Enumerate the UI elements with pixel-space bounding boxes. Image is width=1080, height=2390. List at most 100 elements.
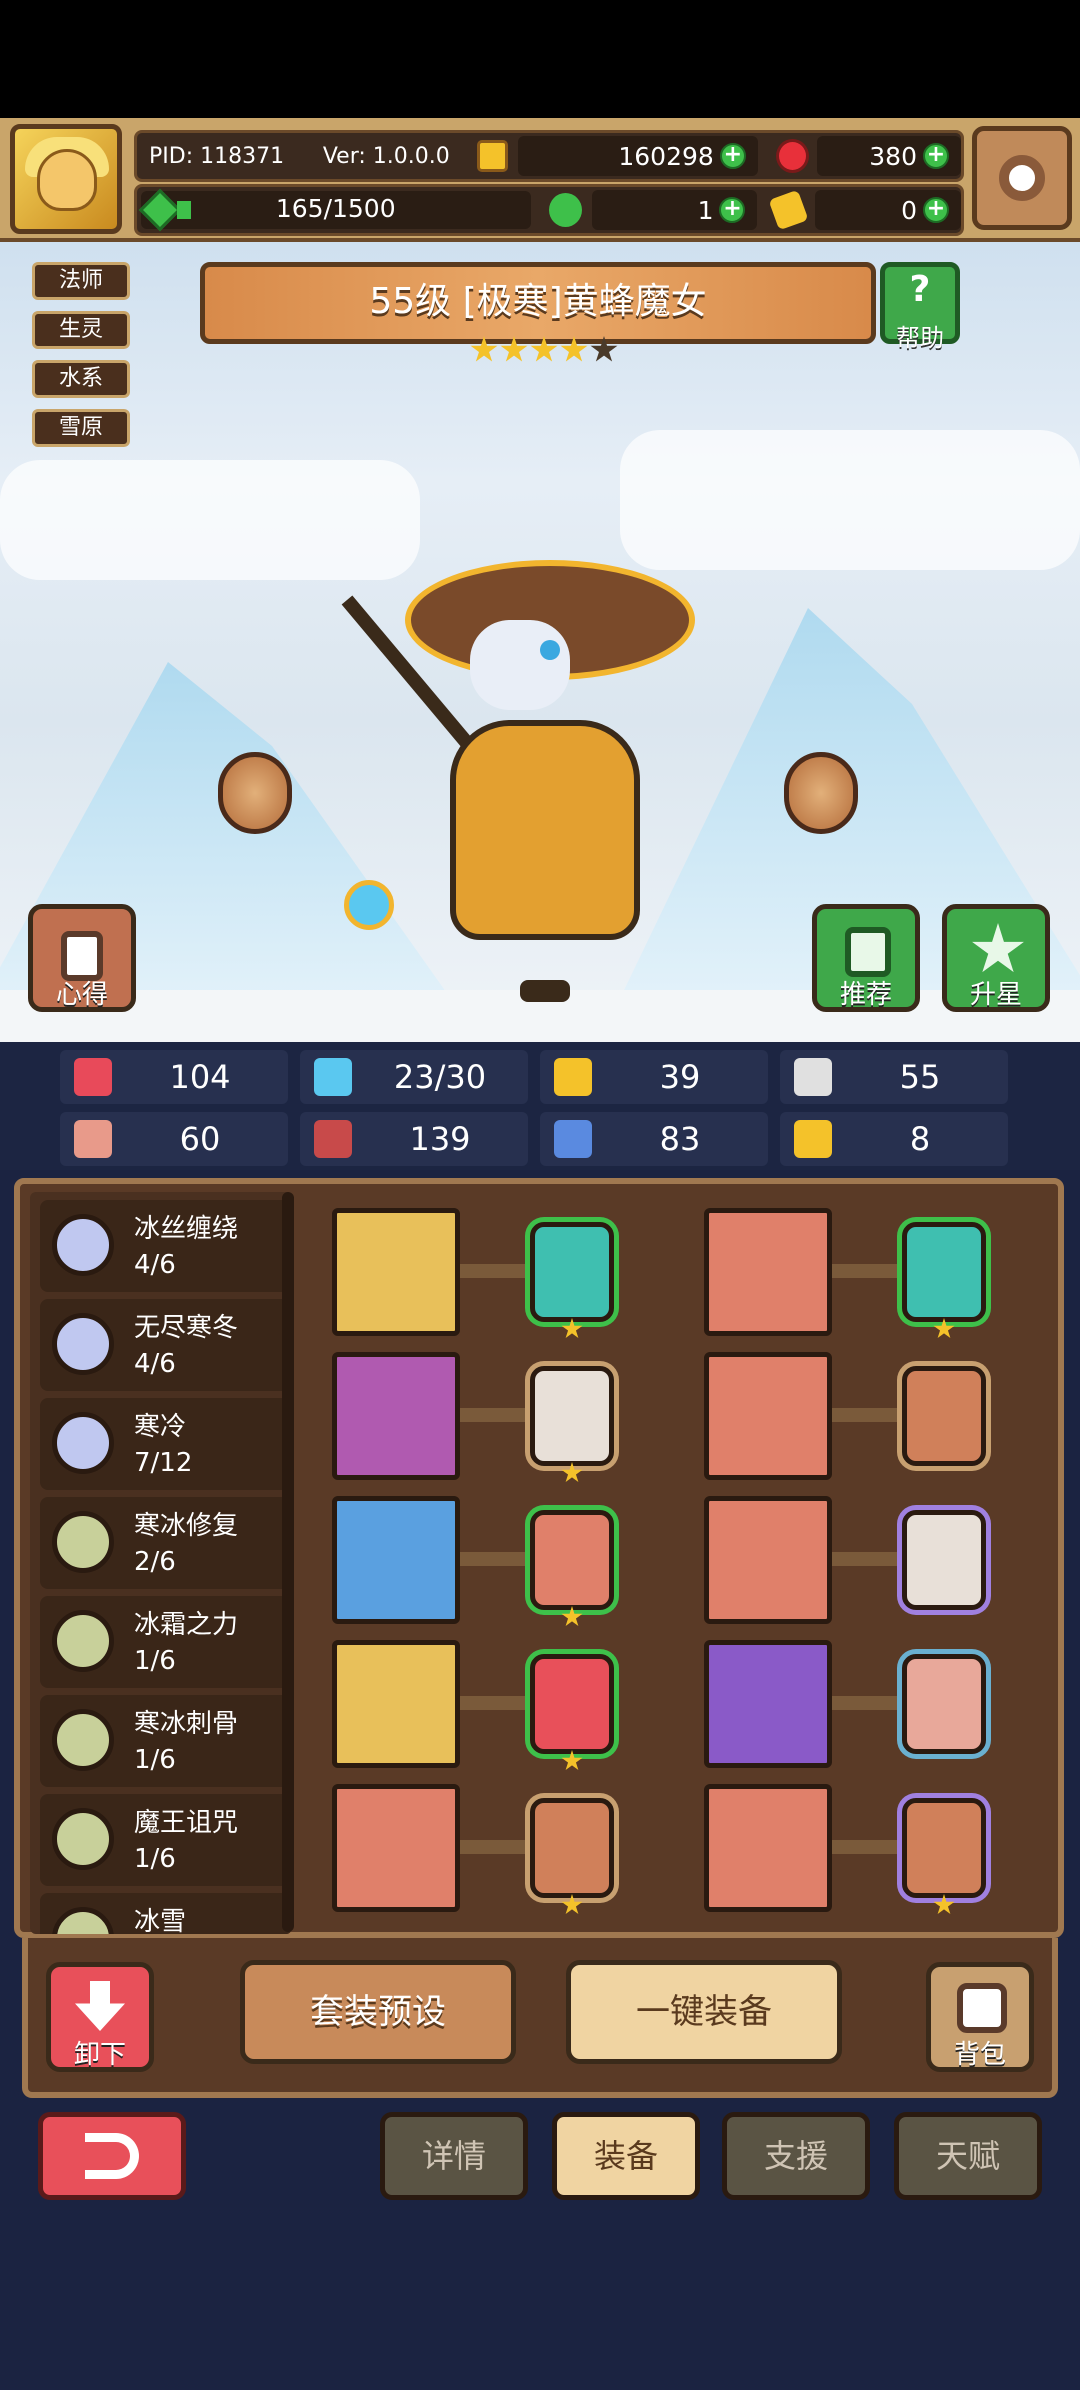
player-avatar[interactable] — [10, 124, 122, 234]
equipment-slot[interactable] — [332, 1496, 460, 1624]
stat-shield: 39 — [540, 1050, 768, 1104]
set-bonus-item[interactable]: 冰丝缠绕 4/6 — [40, 1200, 290, 1292]
set-bonus-item[interactable]: 寒冷 7/12 — [40, 1398, 290, 1490]
equipment-slot[interactable] — [332, 1208, 460, 1336]
set-bonus-progress: 4/6 — [134, 1349, 176, 1379]
add-gold-button[interactable]: + — [719, 143, 746, 169]
hero-star-icon — [470, 336, 498, 362]
slot-connector — [460, 1264, 532, 1278]
gem-socket[interactable] — [902, 1654, 986, 1754]
gem-socket[interactable] — [902, 1798, 986, 1898]
gem-socket[interactable] — [530, 1798, 614, 1898]
tab-2[interactable]: 支援 — [722, 2112, 870, 2200]
right-rotate-coin-icon[interactable] — [784, 752, 858, 834]
tab-3[interactable]: 天赋 — [894, 2112, 1042, 2200]
gem-socket[interactable] — [902, 1366, 986, 1466]
gem-socket[interactable] — [530, 1654, 614, 1754]
gem-socket[interactable] — [902, 1222, 986, 1322]
equipment-slot[interactable] — [332, 1352, 460, 1480]
back-arrow-icon — [85, 2133, 139, 2179]
settings-button[interactable] — [972, 126, 1072, 230]
add-clover-button[interactable]: + — [719, 197, 746, 223]
class-tag[interactable]: 法师 — [32, 262, 130, 300]
slot-connector — [460, 1840, 532, 1854]
left-rotate-coin-icon[interactable] — [218, 752, 292, 834]
region-tag[interactable]: 雪原 — [32, 409, 130, 447]
auto-equip-button[interactable]: 一键装备 — [566, 1960, 842, 2064]
unequip-button[interactable]: 卸下 — [46, 1962, 154, 2072]
set-bonus-list[interactable]: 冰丝缠绕 4/6 无尽寒冬 4/6 寒冷 7/12 寒冰修复 2/6 冰霜之力 1/6 寒冰刺骨 1/… — [30, 1192, 292, 1934]
set-bonus-name: 冰雪 — [134, 1907, 187, 1934]
recommend-button[interactable]: 推荐 — [812, 904, 920, 1012]
set-bonus-item[interactable]: 寒冰修复 2/6 — [40, 1497, 290, 1589]
back-button[interactable] — [38, 2112, 186, 2200]
set-bonus-item[interactable]: 无尽寒冬 4/6 — [40, 1299, 290, 1391]
race-tag[interactable]: 生灵 — [32, 311, 130, 349]
player-id: PID: 118371 — [149, 143, 285, 169]
slot-connector — [832, 1840, 904, 1854]
gem-socket[interactable] — [530, 1366, 614, 1466]
notes-button[interactable]: 心得 — [28, 904, 136, 1012]
set-bonus-icon — [52, 1610, 114, 1672]
hero-star-icon — [560, 336, 588, 362]
hero-star-icon — [500, 336, 528, 362]
clover-counter: 1 + — [591, 190, 758, 230]
stat-value: 55 — [899, 1058, 941, 1096]
set-bonus-item[interactable]: 冰霜之力 1/6 — [40, 1596, 290, 1688]
horseshoe-icon — [794, 1120, 832, 1158]
equipment-slot[interactable] — [704, 1352, 832, 1480]
tab-0[interactable]: 详情 — [380, 2112, 528, 2200]
set-bonus-scrollbar[interactable] — [282, 1192, 294, 1932]
equipment-slot[interactable] — [704, 1496, 832, 1624]
stat-fist: 60 — [60, 1112, 288, 1166]
set-preset-button[interactable]: 套装预设 — [240, 1960, 516, 2064]
element-tag[interactable]: 水系 — [32, 360, 130, 398]
set-bonus-item[interactable]: 寒冰刺骨 1/6 — [40, 1695, 290, 1787]
set-bonus-name: 寒冷 — [134, 1412, 187, 1442]
set-bonus-progress: 2/6 — [134, 1547, 176, 1577]
stat-water-drop: 23/30 — [300, 1050, 528, 1104]
gem-socket[interactable] — [530, 1222, 614, 1322]
equipment-slot[interactable] — [704, 1208, 832, 1336]
heart-icon — [74, 1058, 112, 1096]
stat-value: 23/30 — [393, 1058, 487, 1096]
stat-value: 8 — [909, 1120, 931, 1158]
gold-coin-icon — [476, 140, 508, 172]
stat-horseshoe: 8 — [780, 1112, 1008, 1166]
stat-value: 39 — [659, 1058, 701, 1096]
gem-counter: 380 + — [816, 136, 961, 176]
set-bonus-icon — [52, 1709, 114, 1771]
equipment-slot[interactable] — [704, 1784, 832, 1912]
thumbs-up-icon — [845, 927, 891, 977]
fist-icon — [74, 1120, 112, 1158]
stat-value: 83 — [659, 1120, 701, 1158]
set-bonus-progress: 1/6 — [134, 1844, 176, 1874]
set-bonus-icon — [52, 1907, 114, 1934]
stat-boot: 83 — [540, 1112, 768, 1166]
set-bonus-progress: 1/6 — [134, 1745, 176, 1775]
set-bonus-icon — [52, 1511, 114, 1573]
equipment-slot[interactable] — [332, 1640, 460, 1768]
set-bonus-name: 冰霜之力 — [134, 1610, 239, 1640]
add-keys-button[interactable]: + — [923, 197, 949, 223]
equipment-slot[interactable] — [332, 1784, 460, 1912]
set-bonus-icon — [52, 1313, 114, 1375]
status-bar-area — [0, 0, 1080, 118]
set-bonus-item[interactable]: 魔王诅咒 1/6 — [40, 1794, 290, 1886]
equipment-slot[interactable] — [704, 1640, 832, 1768]
tab-1[interactable]: 装备 — [552, 2112, 700, 2200]
slot-connector — [460, 1552, 532, 1566]
hero-body — [450, 720, 640, 940]
set-bonus-item[interactable]: 冰雪 — [40, 1893, 290, 1934]
add-gems-button[interactable]: + — [922, 143, 949, 169]
gem-socket[interactable] — [530, 1510, 614, 1610]
bag-button[interactable]: 背包 — [926, 1962, 1034, 2072]
slot-connector — [832, 1264, 904, 1278]
star-up-button[interactable]: 升星 — [942, 904, 1050, 1012]
star-icon — [972, 923, 1024, 973]
gem-socket[interactable] — [902, 1510, 986, 1610]
slot-connector — [460, 1408, 532, 1422]
set-bonus-progress: 4/6 — [134, 1250, 176, 1280]
hero-star-rating — [470, 336, 618, 364]
hero-face — [470, 620, 570, 710]
